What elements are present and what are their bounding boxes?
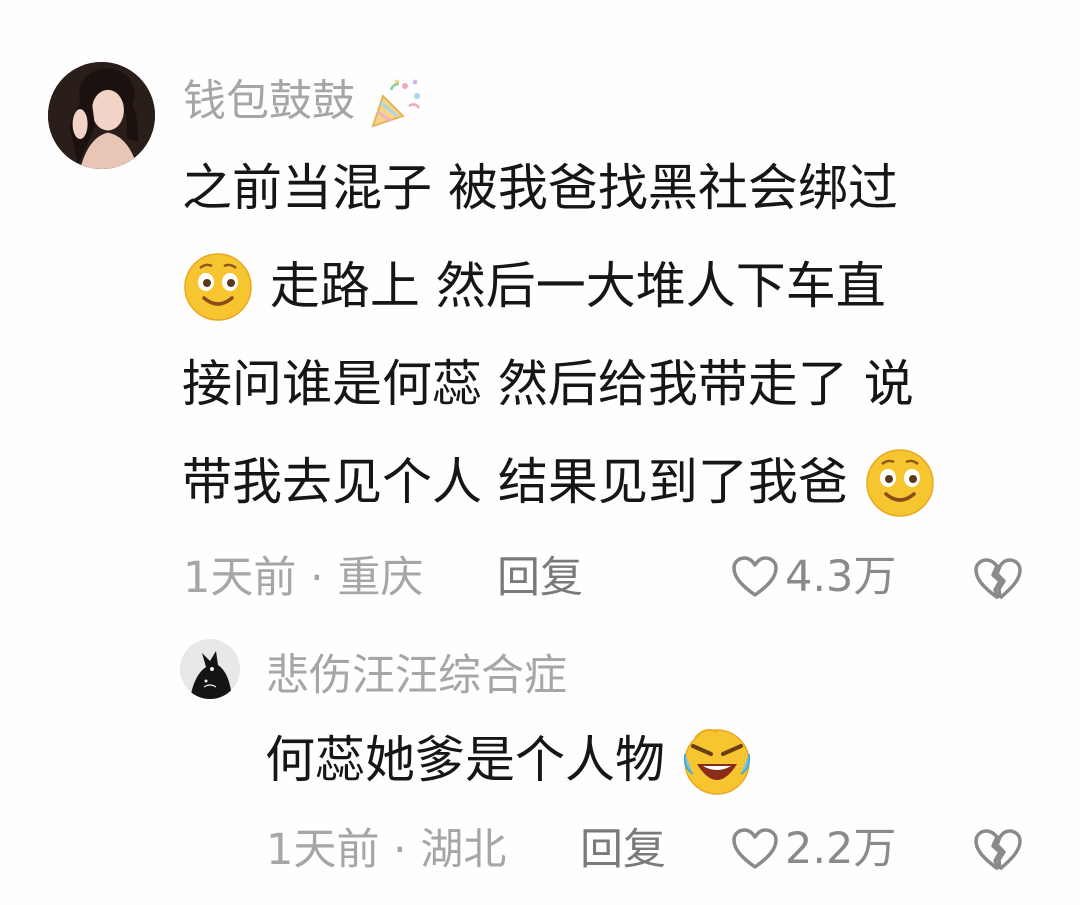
comment-line-text: 带我去见个人 结果见到了我爸 bbox=[182, 453, 848, 511]
smirk-face-icon bbox=[182, 250, 254, 322]
like-count: 4.3万 bbox=[785, 551, 897, 602]
location: 重庆 bbox=[337, 553, 424, 603]
location: 湖北 bbox=[420, 825, 507, 875]
party-popper-icon bbox=[369, 76, 425, 128]
like-button[interactable]: 2.2万 bbox=[731, 827, 896, 871]
avatar-image bbox=[48, 62, 155, 169]
like-count: 2.2万 bbox=[785, 823, 897, 874]
avatar-image bbox=[180, 639, 240, 699]
timestamp: 1天前 bbox=[183, 553, 297, 603]
username-text: 钱包鼓鼓 bbox=[183, 76, 355, 127]
comment-meta: 1天前 · 湖北 bbox=[266, 829, 506, 872]
reply-button[interactable]: 回复 bbox=[580, 829, 666, 872]
comment-line-text: 接问谁是何蕊 然后给我带走了 说 bbox=[182, 355, 914, 413]
username[interactable]: 钱包鼓鼓 bbox=[183, 78, 425, 130]
comment-body: 何蕊她爹是个人物 bbox=[265, 711, 753, 809]
comment-meta: 1天前 · 重庆 bbox=[183, 557, 423, 600]
heart-outline-icon bbox=[732, 556, 778, 597]
heart-outline-icon bbox=[732, 828, 778, 869]
username-text: 悲伤汪汪综合症 bbox=[266, 651, 567, 701]
avatar[interactable] bbox=[48, 62, 155, 169]
comment-line-text: 之前当混子 被我爸找黑社会绑过 bbox=[182, 159, 898, 217]
meta-separator: · bbox=[393, 825, 407, 875]
dislike-button[interactable] bbox=[973, 556, 1023, 606]
comment-line: 带我去见个人 结果见到了我爸 bbox=[182, 433, 936, 531]
reply-button[interactable]: 回复 bbox=[497, 557, 583, 600]
username[interactable]: 悲伤汪汪综合症 bbox=[266, 655, 567, 698]
comment-body: 之前当混子 被我爸找黑社会绑过 走路上 然后一大堆人下车直 接问谁是何蕊 然后给… bbox=[182, 139, 936, 531]
comment-thread: 钱包鼓鼓 之前当混子 被我爸找黑社会绑过 走路上 然后一大堆人下车直 接问谁是何… bbox=[0, 0, 1080, 905]
avatar[interactable] bbox=[180, 639, 240, 699]
comment-line: 接问谁是何蕊 然后给我带走了 说 bbox=[182, 335, 936, 433]
timestamp: 1天前 bbox=[266, 825, 380, 875]
smirk-face-icon bbox=[864, 446, 936, 518]
broken-heart-icon bbox=[974, 829, 1022, 871]
dislike-button[interactable] bbox=[973, 827, 1023, 877]
like-button[interactable]: 4.3万 bbox=[731, 555, 896, 599]
comment-line-text: 何蕊她爹是个人物 bbox=[265, 731, 665, 789]
laughing-crying-face-icon bbox=[681, 724, 753, 796]
comment-line: 走路上 然后一大堆人下车直 bbox=[182, 237, 936, 335]
meta-separator: · bbox=[310, 553, 324, 603]
comment-line-text: 走路上 然后一大堆人下车直 bbox=[269, 257, 886, 315]
comment-line: 何蕊她爹是个人物 bbox=[265, 711, 753, 809]
comment-line: 之前当混子 被我爸找黑社会绑过 bbox=[182, 139, 936, 237]
broken-heart-icon bbox=[974, 558, 1022, 600]
